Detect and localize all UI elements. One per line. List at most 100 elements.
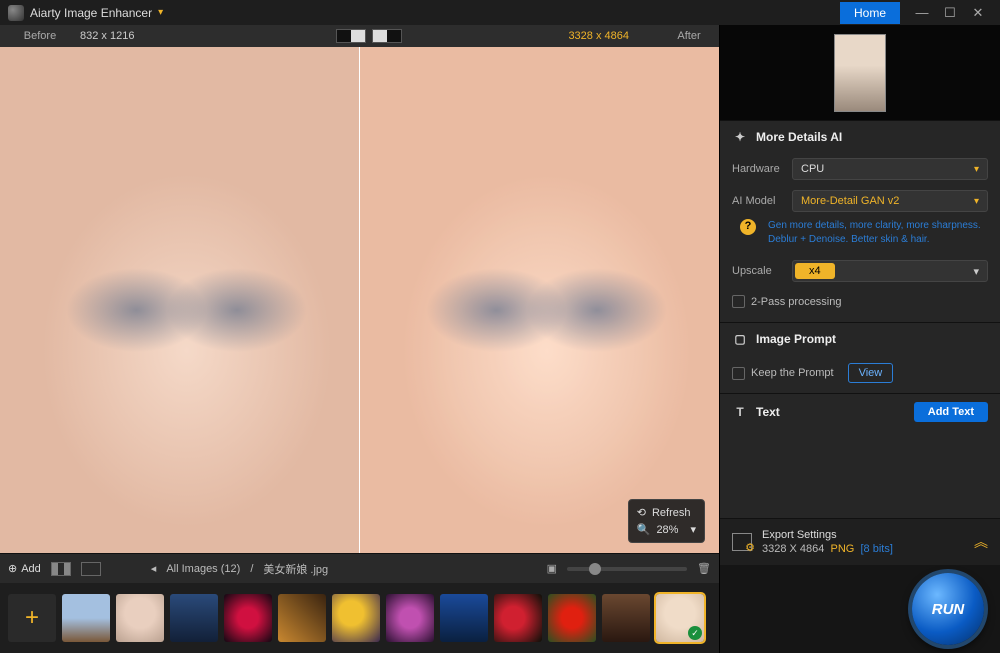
preview-after: [360, 47, 719, 553]
prev-image-button[interactable]: ◂: [151, 562, 157, 575]
keep-prompt-row: Keep the Prompt View: [720, 355, 1000, 393]
home-button[interactable]: Home: [840, 2, 900, 24]
sparkle-icon: ✦: [732, 129, 748, 145]
thumbnail[interactable]: [62, 594, 110, 642]
breadcrumb-file: 美女新娘 .jpg: [263, 561, 328, 577]
refresh-button[interactable]: ⟲ Refresh: [637, 504, 696, 521]
refresh-label: Refresh: [652, 507, 691, 519]
export-title: Export Settings: [762, 529, 893, 541]
keep-prompt-label: Keep the Prompt: [751, 367, 834, 379]
text-title: Text: [756, 405, 780, 419]
close-button[interactable]: ✕: [964, 3, 992, 23]
add-label: Add: [21, 563, 41, 575]
thumbnail[interactable]: [116, 594, 164, 642]
thumbnail[interactable]: [224, 594, 272, 642]
hardware-row: Hardware CPU ▾: [720, 153, 1000, 185]
thumbnail[interactable]: [332, 594, 380, 642]
list-view-button[interactable]: [81, 562, 101, 576]
model-description: ? Gen more details, more clarity, more s…: [720, 217, 1000, 255]
upscale-row: Upscale x4 ▾: [720, 255, 1000, 287]
thumbnail[interactable]: [494, 594, 542, 642]
help-icon[interactable]: ?: [740, 219, 756, 235]
breadcrumb-all[interactable]: All Images (12): [166, 563, 240, 575]
hardware-value: CPU: [801, 163, 824, 175]
add-thumb-button[interactable]: +: [8, 594, 56, 642]
more-details-header: ✦ More Details AI: [720, 120, 1000, 153]
grid-view-button[interactable]: [51, 562, 71, 576]
export-settings-row[interactable]: Export Settings 3328 X 4864 PNG [8 bits]…: [720, 518, 1000, 565]
chevron-down-icon: ▾: [973, 265, 979, 278]
compare-icon[interactable]: ▣: [547, 562, 557, 575]
export-gear-icon: [732, 533, 752, 551]
source-dimensions: 832 x 1216: [80, 30, 170, 42]
app-title: Aiarty Image Enhancer: [30, 6, 152, 20]
image-icon: ▢: [732, 331, 748, 347]
two-pass-label: 2-Pass processing: [751, 296, 842, 308]
after-label: After: [659, 30, 719, 42]
view-prompt-button[interactable]: View: [848, 363, 894, 383]
refresh-icon: ⟲: [637, 506, 646, 519]
maximize-button[interactable]: ☐: [936, 3, 964, 23]
upscale-select[interactable]: x4 ▾: [792, 260, 988, 282]
plus-icon: ⊕: [8, 562, 17, 575]
thumb-size-slider[interactable]: [567, 567, 687, 571]
app-menu-chevron-icon[interactable]: ▾: [158, 7, 163, 18]
add-image-button[interactable]: ⊕ Add: [8, 562, 41, 575]
zoom-value: 28%: [656, 524, 678, 536]
output-dimensions: 3328 x 4864: [568, 30, 629, 42]
mini-thumb: [834, 34, 886, 112]
export-format: PNG: [831, 543, 855, 555]
thumbnail[interactable]: [278, 594, 326, 642]
thumbnail[interactable]: [602, 594, 650, 642]
text-header: T Text Add Text: [720, 393, 1000, 430]
thumbnail-selected[interactable]: ✓: [656, 594, 704, 642]
upscale-label: Upscale: [732, 265, 782, 277]
hardware-select[interactable]: CPU ▾: [792, 158, 988, 180]
app-logo-icon: [8, 5, 24, 21]
add-text-button[interactable]: Add Text: [914, 402, 988, 422]
model-desc-text: Gen more details, more clarity, more sha…: [768, 220, 981, 245]
titlebar: Aiarty Image Enhancer ▾ Home — ☐ ✕: [0, 0, 1000, 25]
model-row: AI Model More-Detail GAN v2 ▾: [720, 185, 1000, 217]
thumbnail-strip: + ✓: [0, 583, 719, 653]
model-label: AI Model: [732, 195, 782, 207]
image-prompt-header: ▢ Image Prompt: [720, 322, 1000, 355]
thumbnail[interactable]: [440, 594, 488, 642]
left-panel: Before 832 x 1216 3328 x 4864 After ⟲ Ref…: [0, 25, 720, 653]
thumbnail[interactable]: [170, 594, 218, 642]
split-view-toggle[interactable]: [336, 29, 402, 43]
preview-header: Before 832 x 1216 3328 x 4864 After: [0, 25, 719, 47]
run-label: RUN: [932, 601, 965, 618]
thumbnail[interactable]: [548, 594, 596, 642]
breadcrumb-sep: /: [250, 563, 253, 575]
right-panel: ✦ More Details AI Hardware CPU ▾ AI Model…: [720, 25, 1000, 653]
model-value: More-Detail GAN v2: [801, 195, 899, 207]
chevron-down-icon: ▾: [974, 164, 979, 175]
upscale-value: x4: [795, 263, 835, 279]
text-icon: T: [732, 404, 748, 420]
thumbnail[interactable]: [386, 594, 434, 642]
before-label: Before: [0, 30, 80, 42]
two-pass-checkbox[interactable]: [732, 295, 745, 308]
preview-before: [0, 47, 359, 553]
two-pass-row[interactable]: 2-Pass processing: [720, 287, 1000, 322]
mini-preview[interactable]: [720, 25, 1000, 120]
check-icon: ✓: [688, 626, 702, 640]
magnifier-icon: 🔍: [637, 523, 651, 536]
export-bits: [8 bits]: [860, 543, 892, 555]
export-dim: 3328 X 4864: [762, 543, 824, 555]
run-button[interactable]: RUN: [912, 573, 984, 645]
keep-prompt-checkbox[interactable]: [732, 367, 745, 380]
minimize-button[interactable]: —: [908, 3, 936, 23]
delete-button[interactable]: 🗑: [697, 562, 711, 575]
zoom-control[interactable]: 🔍28%▾: [637, 521, 696, 538]
more-details-title: More Details AI: [756, 130, 842, 144]
preview-area[interactable]: ⟲Refresh 🔍28%▾: [0, 47, 719, 553]
model-select[interactable]: More-Detail GAN v2 ▾: [792, 190, 988, 212]
expand-icon[interactable]: ︽: [974, 532, 988, 552]
bottom-toolbar: ⊕ Add ◂ All Images (12) / 美女新娘 .jpg ▣ 🗑: [0, 553, 719, 583]
hardware-label: Hardware: [732, 163, 782, 175]
zoom-panel: ⟲Refresh 🔍28%▾: [628, 499, 705, 543]
chevron-down-icon: ▾: [974, 196, 979, 207]
image-prompt-title: Image Prompt: [756, 332, 836, 346]
